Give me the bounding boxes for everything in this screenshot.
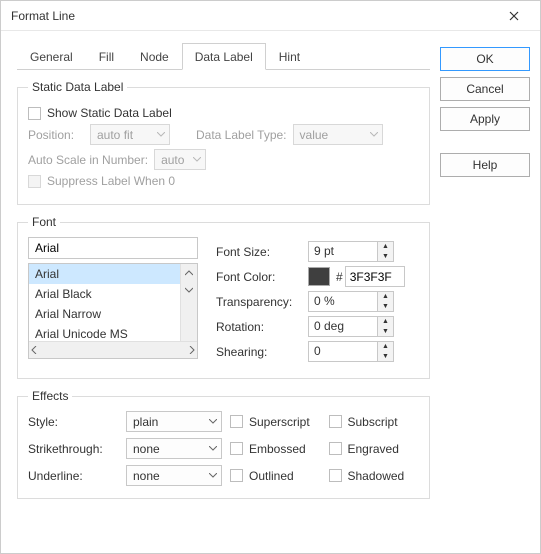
- rotation-label: Rotation:: [216, 320, 308, 334]
- static-legend: Static Data Label: [28, 80, 127, 94]
- underline-value: none: [133, 469, 160, 483]
- shearing-label: Shearing:: [216, 345, 308, 359]
- superscript-checkbox[interactable]: [230, 415, 243, 428]
- scroll-left-icon[interactable]: [31, 346, 37, 354]
- strikethrough-label: Strikethrough:: [28, 442, 118, 456]
- vertical-scrollbar[interactable]: [180, 264, 197, 341]
- dialog-body: General Fill Node Data Label Hint Static…: [1, 31, 540, 553]
- font-legend: Font: [28, 215, 60, 229]
- underline-label: Underline:: [28, 469, 118, 483]
- shadowed-label: Shadowed: [348, 469, 405, 483]
- position-combo: auto fit: [90, 124, 170, 145]
- outlined-label: Outlined: [249, 469, 294, 483]
- subscript-checkbox[interactable]: [329, 415, 342, 428]
- engraved-label: Engraved: [348, 442, 399, 456]
- scroll-down-icon[interactable]: [181, 281, 197, 298]
- spin-down-icon[interactable]: ▼: [378, 252, 393, 262]
- strikethrough-value: none: [133, 442, 160, 456]
- content-area: General Fill Node Data Label Hint Static…: [17, 43, 430, 543]
- style-label: Style:: [28, 415, 118, 429]
- engraved-checkbox[interactable]: [329, 442, 342, 455]
- rotation-value: 0 deg: [309, 317, 377, 336]
- position-value: auto fit: [97, 128, 133, 142]
- subscript-label: Subscript: [348, 415, 398, 429]
- window-title: Format Line: [11, 9, 494, 23]
- show-static-checkbox[interactable]: [28, 107, 41, 120]
- effects-legend: Effects: [28, 389, 72, 403]
- data-label-type-combo: value: [293, 124, 383, 145]
- tab-data-label[interactable]: Data Label: [182, 43, 266, 70]
- chevron-down-icon: [209, 446, 217, 452]
- tab-strip: General Fill Node Data Label Hint: [17, 43, 430, 70]
- chevron-down-icon: [157, 132, 165, 138]
- transparency-value: 0 %: [309, 292, 377, 311]
- transparency-label: Transparency:: [216, 295, 308, 309]
- close-icon: [509, 11, 519, 21]
- spin-down-icon[interactable]: ▼: [378, 352, 393, 362]
- spin-up-icon[interactable]: ▲: [378, 317, 393, 327]
- font-size-value: 9 pt: [309, 242, 377, 261]
- outlined-checkbox[interactable]: [230, 469, 243, 482]
- chevron-down-icon: [193, 157, 201, 163]
- font-name-input[interactable]: [28, 237, 198, 259]
- hash-label: #: [336, 270, 343, 284]
- spin-up-icon[interactable]: ▲: [378, 292, 393, 302]
- shearing-value: 0: [309, 342, 377, 361]
- help-button[interactable]: Help: [440, 153, 530, 177]
- auto-scale-value: auto: [161, 153, 184, 167]
- strikethrough-combo[interactable]: none: [126, 438, 222, 459]
- show-static-label: Show Static Data Label: [47, 106, 172, 120]
- shearing-spinner[interactable]: 0 ▲▼: [308, 341, 394, 362]
- underline-combo[interactable]: none: [126, 465, 222, 486]
- data-label-type-value: value: [300, 128, 329, 142]
- horizontal-scrollbar[interactable]: [29, 341, 197, 358]
- scroll-right-icon[interactable]: [189, 346, 195, 354]
- spin-up-icon[interactable]: ▲: [378, 342, 393, 352]
- position-label: Position:: [28, 128, 84, 142]
- embossed-label: Embossed: [249, 442, 306, 456]
- shadowed-checkbox[interactable]: [329, 469, 342, 482]
- style-value: plain: [133, 415, 158, 429]
- dialog-window: Format Line General Fill Node Data Label…: [0, 0, 541, 554]
- font-color-hex-input[interactable]: [345, 266, 405, 287]
- tab-node[interactable]: Node: [127, 43, 182, 70]
- button-column: OK Cancel Apply Help: [440, 43, 530, 543]
- spin-down-icon[interactable]: ▼: [378, 327, 393, 337]
- auto-scale-combo: auto: [154, 149, 206, 170]
- data-label-type-label: Data Label Type:: [196, 128, 287, 142]
- transparency-spinner[interactable]: 0 % ▲▼: [308, 291, 394, 312]
- style-combo[interactable]: plain: [126, 411, 222, 432]
- suppress-checkbox: [28, 175, 41, 188]
- ok-button[interactable]: OK: [440, 47, 530, 71]
- effects-group: Effects Style: plain Superscript Subscri…: [17, 389, 430, 499]
- embossed-checkbox[interactable]: [230, 442, 243, 455]
- suppress-label: Suppress Label When 0: [47, 174, 175, 188]
- font-color-swatch[interactable]: [308, 267, 330, 286]
- rotation-spinner[interactable]: 0 deg ▲▼: [308, 316, 394, 337]
- scroll-up-icon[interactable]: [181, 264, 197, 281]
- close-button[interactable]: [494, 2, 534, 30]
- font-size-label: Font Size:: [216, 245, 308, 259]
- spin-up-icon[interactable]: ▲: [378, 242, 393, 252]
- spin-down-icon[interactable]: ▼: [378, 302, 393, 312]
- tab-hint[interactable]: Hint: [266, 43, 313, 70]
- apply-button[interactable]: Apply: [440, 107, 530, 131]
- titlebar: Format Line: [1, 1, 540, 31]
- static-data-label-group: Static Data Label Show Static Data Label…: [17, 80, 430, 205]
- font-group: Font Arial Arial Black Arial Narrow Aria…: [17, 215, 430, 379]
- font-list-item[interactable]: Arial Narrow: [29, 304, 197, 324]
- font-color-label: Font Color:: [216, 270, 308, 284]
- auto-scale-label: Auto Scale in Number:: [28, 153, 148, 167]
- cancel-button[interactable]: Cancel: [440, 77, 530, 101]
- chevron-down-icon: [209, 473, 217, 479]
- superscript-label: Superscript: [249, 415, 310, 429]
- tab-fill[interactable]: Fill: [86, 43, 127, 70]
- font-list-item[interactable]: Arial Black: [29, 284, 197, 304]
- font-size-spinner[interactable]: 9 pt ▲▼: [308, 241, 394, 262]
- font-list-item[interactable]: Arial: [29, 264, 197, 284]
- chevron-down-icon: [209, 419, 217, 425]
- font-list[interactable]: Arial Arial Black Arial Narrow Arial Uni…: [28, 263, 198, 359]
- chevron-down-icon: [370, 132, 378, 138]
- tab-general[interactable]: General: [17, 43, 86, 70]
